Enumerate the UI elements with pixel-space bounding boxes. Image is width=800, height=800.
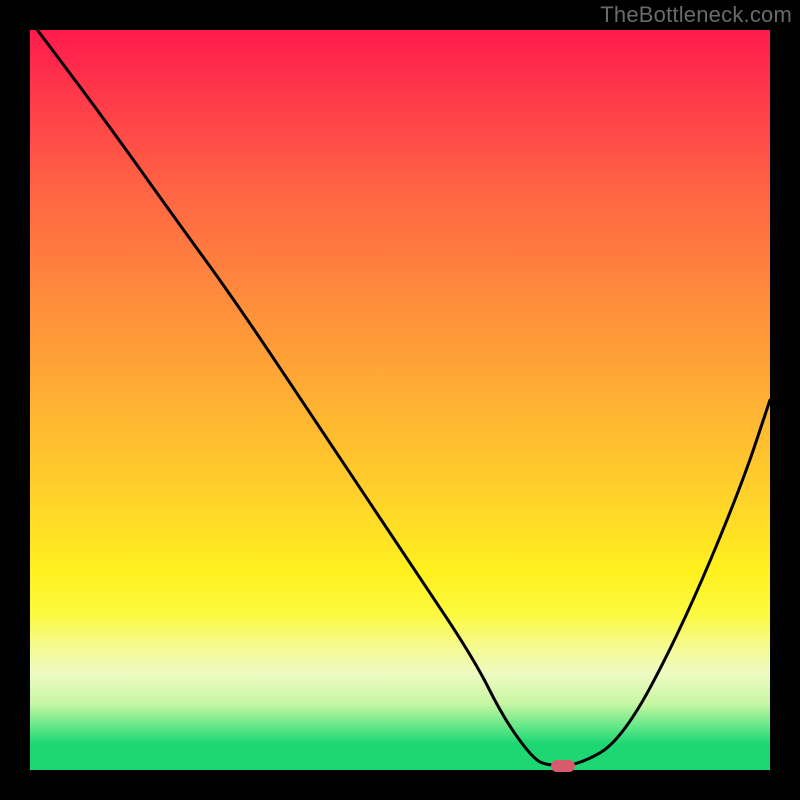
watermark-text: TheBottleneck.com	[600, 2, 792, 28]
optimal-point-marker	[551, 760, 575, 772]
chart-area	[30, 30, 770, 770]
bottleneck-curve	[30, 30, 770, 770]
